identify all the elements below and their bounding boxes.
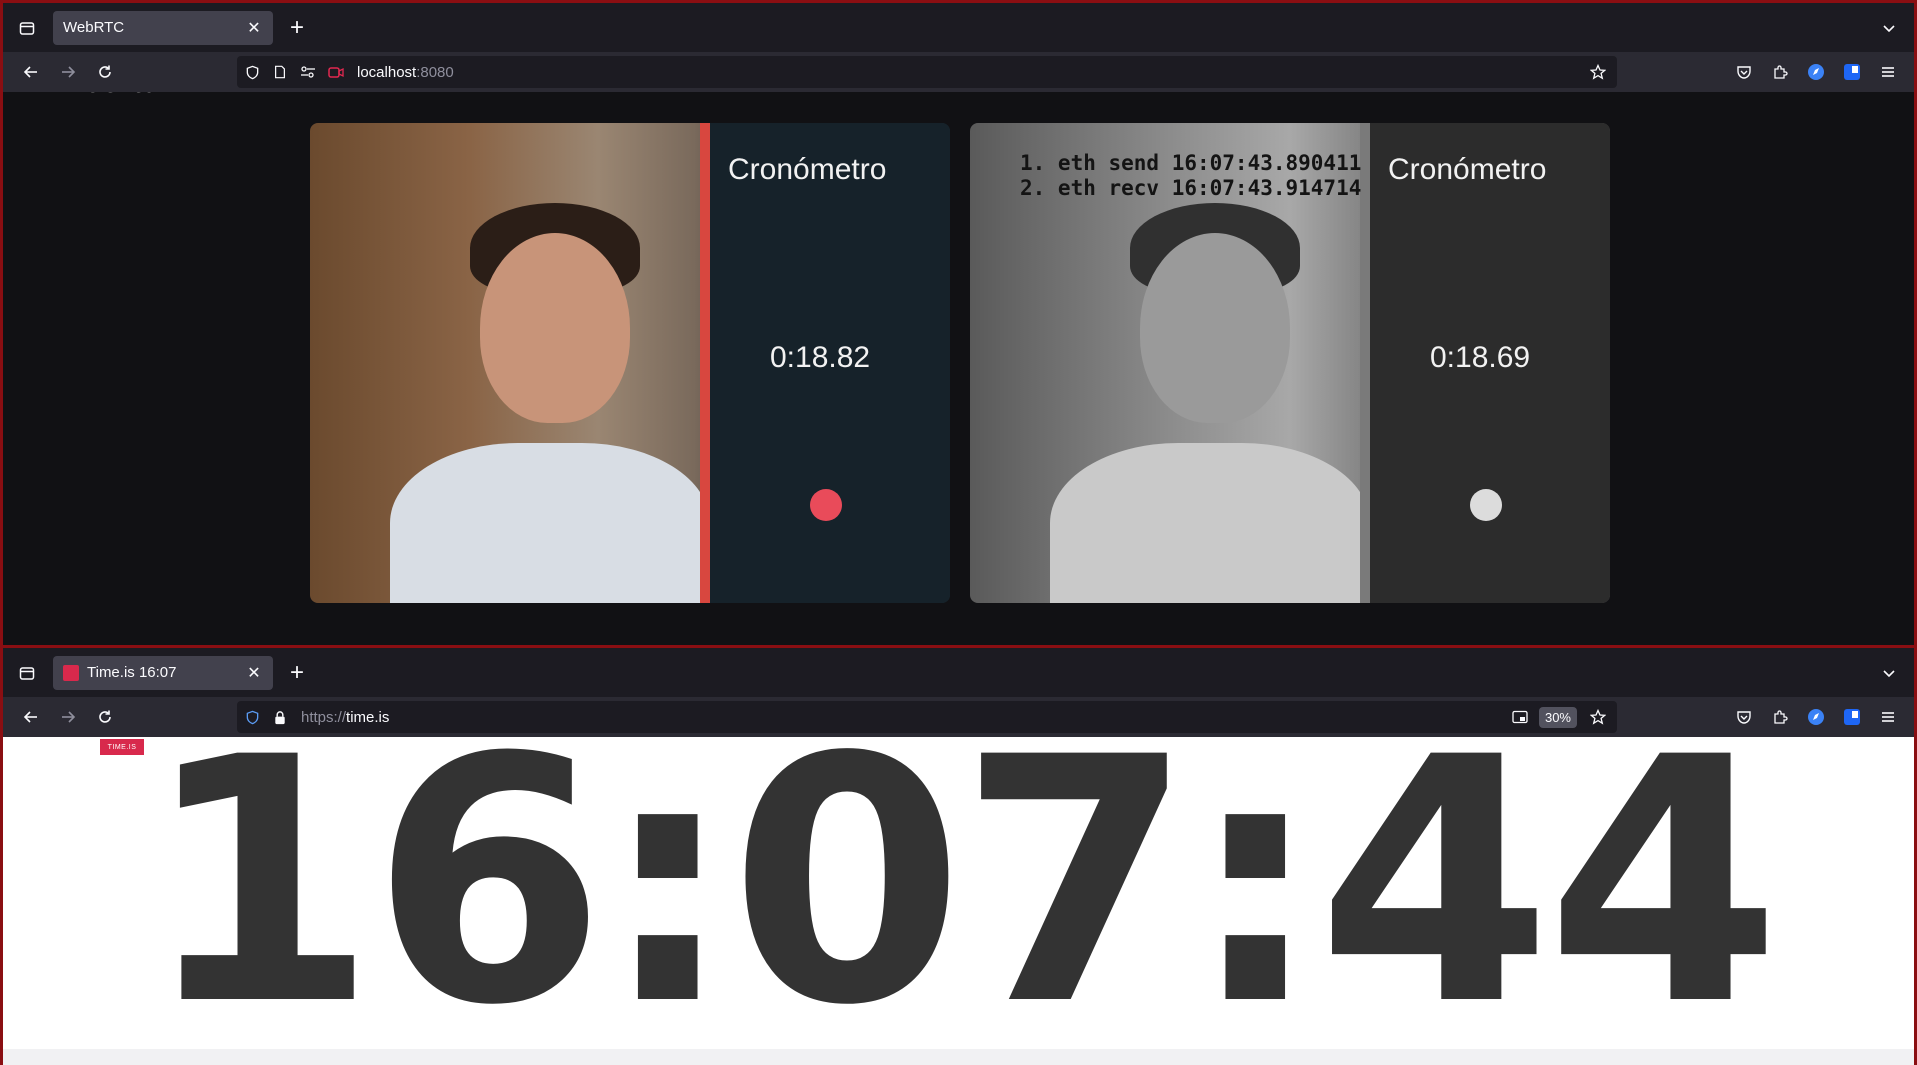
webrtc-page: Media Cronómetro 0:18.82 Cronómetro 0:18… xyxy=(3,92,1914,645)
new-tab-button[interactable]: + xyxy=(279,10,315,46)
reload-icon xyxy=(99,65,111,78)
nav-bar: https://time.is 30% xyxy=(3,697,1914,737)
person-face xyxy=(480,233,630,423)
url-text: localhost:8080 xyxy=(357,63,454,81)
camera-sharing-icon[interactable] xyxy=(323,59,349,85)
plus-icon: + xyxy=(289,658,304,686)
person-shirt xyxy=(1050,443,1370,603)
timestamp-overlay: 1. eth send 16:07:43.890411 2. eth recv … xyxy=(1020,151,1361,201)
bookmark-star-icon[interactable] xyxy=(1585,59,1611,85)
phone-screen: Cronómetro 0:18.69 xyxy=(1360,123,1610,603)
app-menu-button[interactable] xyxy=(1872,56,1904,88)
close-tab-icon[interactable]: ✕ xyxy=(243,17,265,39)
chevron-down-icon xyxy=(1883,670,1895,678)
forward-arrow-icon xyxy=(62,711,76,723)
lock-icon[interactable] xyxy=(267,704,293,730)
phone-screen: Cronómetro 0:18.82 xyxy=(700,123,950,603)
permissions-icon[interactable] xyxy=(295,59,321,85)
nav-bar: localhost:8080 xyxy=(3,52,1914,92)
tracking-protection-shield-icon[interactable] xyxy=(239,59,265,85)
stop-button-icon xyxy=(810,489,842,521)
page-heading: Media xyxy=(55,92,151,101)
firefox-view-icon xyxy=(19,21,35,35)
tab-title: WebRTC xyxy=(63,19,125,36)
tab-bar: Time.is 16:07 ✕ + xyxy=(3,648,1914,697)
clock-display: 16:07:44 xyxy=(141,737,1781,1065)
stopwatch-timer: 0:18.82 xyxy=(770,341,871,374)
remote-video: Cronómetro 0:18.69 1. eth send 16:07:43.… xyxy=(970,123,1610,603)
tab-webrtc[interactable]: WebRTC ✕ xyxy=(53,10,273,45)
url-bar[interactable]: https://time.is 30% xyxy=(237,701,1617,733)
browser-window-webrtc: WebRTC ✕ + localhost:8080 Cronómetro 0:1… xyxy=(0,0,1917,648)
tab-timeis[interactable]: Time.is 16:07 ✕ xyxy=(53,655,273,690)
url-text: https://time.is xyxy=(301,708,390,726)
pocket-icon xyxy=(1737,711,1751,724)
reload-button[interactable] xyxy=(87,56,123,88)
hamburger-menu-icon xyxy=(1882,712,1894,722)
reload-button[interactable] xyxy=(87,701,123,733)
tab-bar: WebRTC ✕ + xyxy=(3,3,1914,52)
tracking-protection-shield-icon[interactable] xyxy=(239,704,265,730)
person-shirt xyxy=(390,443,710,603)
pocket-icon xyxy=(1737,66,1751,79)
back-arrow-icon xyxy=(23,711,37,723)
url-bar[interactable]: localhost:8080 xyxy=(237,56,1617,88)
back-arrow-icon xyxy=(23,66,37,78)
app-menu-button[interactable] xyxy=(1872,701,1904,733)
picture-in-picture-icon[interactable] xyxy=(1507,704,1533,730)
pocket-button[interactable] xyxy=(1728,701,1760,733)
zoom-indicator[interactable]: 30% xyxy=(1538,706,1577,728)
url-bar-actions: 30% xyxy=(1505,704,1611,730)
stopwatch-timer: 0:18.69 xyxy=(1430,341,1531,374)
extension-shield-button[interactable] xyxy=(1836,701,1868,733)
back-button[interactable] xyxy=(13,701,49,733)
page-info-icon[interactable] xyxy=(267,59,293,85)
close-tab-icon[interactable]: ✕ xyxy=(243,662,265,684)
puzzle-icon xyxy=(1774,710,1788,724)
forward-arrow-icon xyxy=(62,66,76,78)
extension-compass-icon xyxy=(1808,709,1824,725)
extension-shield-button[interactable] xyxy=(1836,56,1868,88)
list-all-tabs-button[interactable] xyxy=(1872,11,1906,45)
person-face xyxy=(1140,233,1290,423)
extensions-button[interactable] xyxy=(1764,56,1796,88)
timeis-favicon-icon xyxy=(63,664,79,681)
extension-blue-button[interactable] xyxy=(1800,56,1832,88)
chevron-down-icon xyxy=(1883,25,1895,33)
overlay-send-line: 1. eth send 16:07:43.890411 xyxy=(1020,151,1362,175)
url-bar-actions xyxy=(1583,59,1611,85)
tab-title: Time.is 16:07 xyxy=(87,664,177,681)
reload-icon xyxy=(99,710,111,723)
plus-icon: + xyxy=(289,13,304,41)
extension-compass-icon xyxy=(1808,64,1824,80)
puzzle-icon xyxy=(1774,65,1788,79)
toolbar-buttons xyxy=(1728,56,1904,88)
stopwatch-app-title: Cronómetro xyxy=(728,153,887,186)
back-button[interactable] xyxy=(13,56,49,88)
extensions-button[interactable] xyxy=(1764,701,1796,733)
firefox-view-button[interactable] xyxy=(7,8,47,48)
extension-shield-icon xyxy=(1844,64,1860,80)
new-tab-button[interactable]: + xyxy=(279,655,315,691)
timeis-page: TIME.IS 16:07:44 xyxy=(3,737,1914,1065)
page-bottom-strip xyxy=(3,1049,1914,1065)
forward-button[interactable] xyxy=(50,56,86,88)
stopwatch-app-title: Cronómetro xyxy=(1388,153,1547,186)
extension-shield-icon xyxy=(1844,709,1860,725)
extension-blue-button[interactable] xyxy=(1800,701,1832,733)
pocket-button[interactable] xyxy=(1728,56,1760,88)
firefox-view-icon xyxy=(19,666,35,680)
firefox-view-button[interactable] xyxy=(7,653,47,693)
stop-button-icon xyxy=(1470,489,1502,521)
list-all-tabs-button[interactable] xyxy=(1872,656,1906,690)
forward-button[interactable] xyxy=(50,701,86,733)
hamburger-menu-icon xyxy=(1882,67,1894,77)
browser-window-timeis: Time.is 16:07 ✕ + https://time.is 30% TI… xyxy=(0,648,1917,1065)
toolbar-buttons xyxy=(1728,701,1904,733)
overlay-recv-line: 2. eth recv 16:07:43.914714 xyxy=(1020,176,1362,200)
bookmark-star-icon[interactable] xyxy=(1585,704,1611,730)
local-video: Cronómetro 0:18.82 xyxy=(310,123,950,603)
